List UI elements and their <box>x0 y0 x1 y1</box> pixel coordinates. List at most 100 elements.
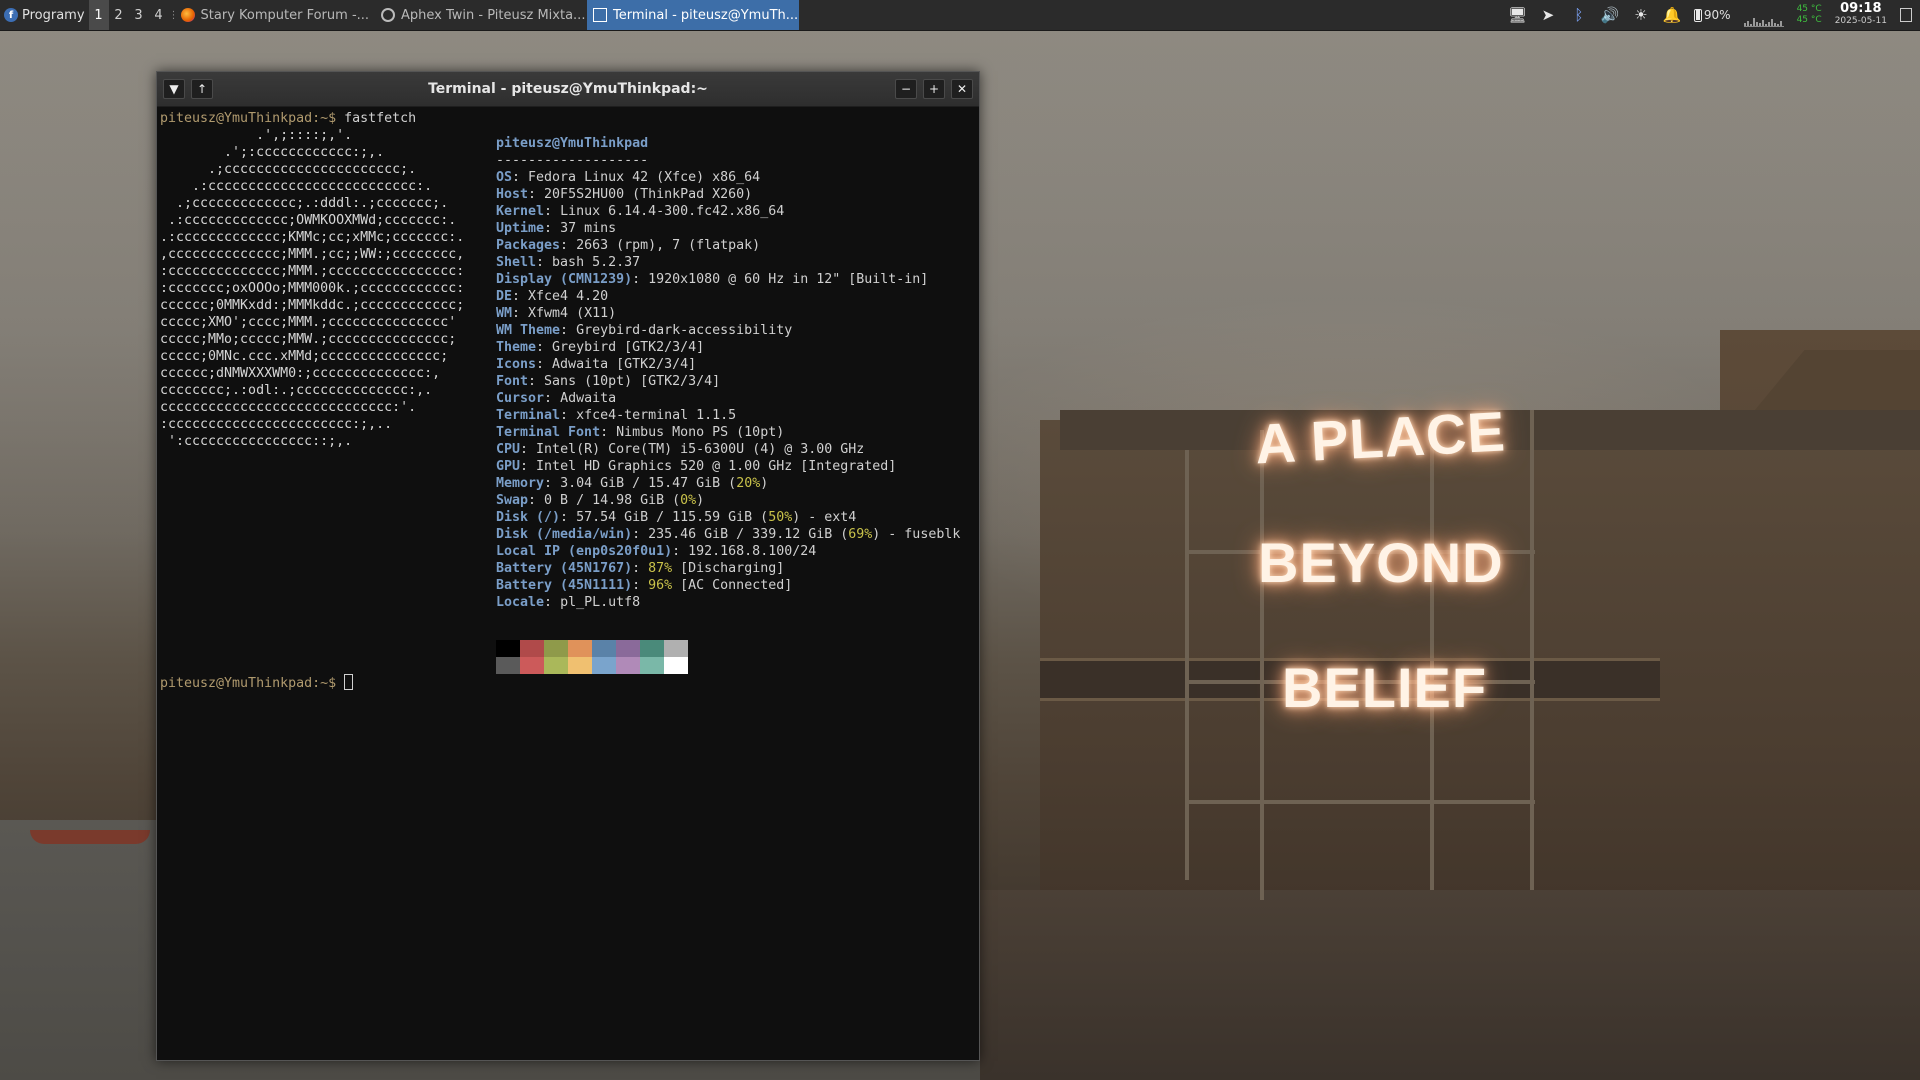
info-percent: 96% <box>648 578 673 593</box>
command-line: piteusz@YmuThinkpad:~$ <box>160 674 354 691</box>
info-line: Memory: 3.04 GiB / 15.47 GiB (20%) <box>496 476 769 491</box>
info-value: 2663 (rpm), 7 (flatpak) <box>576 238 761 253</box>
workspace-4[interactable]: 4 <box>149 0 169 30</box>
info-line: WM: Xfwm4 (X11) <box>496 306 617 321</box>
terminal-output[interactable]: piteusz@YmuThinkpad:~$ fastfetch .',;:::… <box>157 107 979 1053</box>
shade-button[interactable]: ↑ <box>191 79 213 99</box>
arrow-up-icon: ↑ <box>196 82 208 96</box>
window-titlebar[interactable]: ▼ ↑ Terminal - piteusz@YmuThinkpad:~ − +… <box>157 72 979 107</box>
info-key: Host <box>496 187 529 202</box>
brightness-icon[interactable]: ☀ <box>1632 6 1650 24</box>
palette-swatch <box>568 640 592 657</box>
info-line: Display (CMN1239): 1920x1080 @ 60 Hz in … <box>496 272 929 287</box>
telegram-icon[interactable]: ➤ <box>1539 6 1557 24</box>
info-value: 20F5S2HU00 (ThinkPad X260) <box>544 187 753 202</box>
applications-menu-button[interactable]: f Programy <box>0 0 89 30</box>
palette-swatch <box>496 640 520 657</box>
logo-line: .:ccccccccccccc;OWMKOOXMWd;ccccccc:. <box>160 213 457 228</box>
show-desktop-button[interactable] <box>1900 8 1912 22</box>
close-button[interactable]: ✕ <box>951 79 973 99</box>
info-value: Intel HD Graphics 520 @ 1.00 GHz [Integr… <box>536 459 897 474</box>
window-menu-button[interactable]: ▼ <box>163 79 185 99</box>
info-key: WM <box>496 306 513 321</box>
info-value: pl_PL.utf8 <box>560 595 641 610</box>
battery-percent: 90% <box>1703 8 1731 22</box>
maximize-button[interactable]: + <box>923 79 945 99</box>
info-key: Battery (45N1767) <box>496 561 633 576</box>
command-text: fastfetch <box>336 111 417 126</box>
bluetooth-icon[interactable]: ᛒ <box>1570 6 1588 24</box>
fedora-ascii-logo: .',;::::;,'. .';:cccccccccccc:;,. .;cccc… <box>160 127 464 450</box>
info-value: 1920x1080 @ 60 Hz in 12" [Built-in] <box>648 272 929 287</box>
info-key: WM Theme <box>496 323 561 338</box>
terminal-icon <box>593 8 608 22</box>
taskbar-item-terminal[interactable]: Terminal - piteusz@YmuTh... <box>587 0 800 30</box>
info-line: Local IP (enp0s20f0u1): 192.168.8.100/24 <box>496 544 817 559</box>
info-percent: 0% <box>680 493 697 508</box>
temperature-sensors[interactable]: 45 °C 45 °C <box>1797 4 1822 26</box>
shell-prompt: piteusz@YmuThinkpad:~$ <box>160 676 337 691</box>
workspace-2[interactable]: 2 <box>109 0 129 30</box>
info-tail: ) <box>760 476 769 491</box>
palette-swatch <box>544 657 568 674</box>
info-key: CPU <box>496 442 521 457</box>
display-icon[interactable]: 🖥 <box>1508 6 1527 24</box>
quay <box>980 890 1920 1080</box>
info-key: Packages <box>496 238 561 253</box>
info-value: Nimbus Mono PS (10pt) <box>616 425 785 440</box>
info-line: Icons: Adwaita [GTK2/3/4] <box>496 357 697 372</box>
minimize-icon: − <box>900 82 912 96</box>
info-line: Disk (/): 57.54 GiB / 115.59 GiB (50%) -… <box>496 510 857 525</box>
neon-sign-line-1: A PLACE <box>1253 399 1508 476</box>
info-key: Disk (/media/win) <box>496 527 633 542</box>
taskbar-item-firefox[interactable]: Stary Komputer Forum -... <box>175 0 375 30</box>
info-key: Uptime <box>496 221 545 236</box>
minimize-button[interactable]: − <box>895 79 917 99</box>
info-key: Battery (45N1111) <box>496 578 633 593</box>
volume-icon[interactable]: 🔊 <box>1601 6 1620 24</box>
clock[interactable]: 09:18 2025-05-11 <box>1835 2 1887 27</box>
palette-row-bright <box>496 657 688 674</box>
battery-icon <box>1693 8 1702 22</box>
logo-line: ccccc;XMO';cccc;MMM.;ccccccccccccccc' <box>160 315 457 330</box>
terminal-window[interactable]: ▼ ↑ Terminal - piteusz@YmuThinkpad:~ − +… <box>156 71 980 1061</box>
notification-bell-icon[interactable]: 🔔 <box>1663 6 1682 24</box>
info-value: Adwaita <box>560 391 617 406</box>
info-key: Display (CMN1239) <box>496 272 633 287</box>
workspace-3[interactable]: 3 <box>129 0 149 30</box>
palette-swatch <box>520 640 544 657</box>
battery-indicator[interactable]: 90% <box>1693 8 1731 22</box>
top-panel: f Programy 1 2 3 4 ⋮ Stary Komputer Foru… <box>0 0 1920 31</box>
cpu-load-graph[interactable] <box>1743 4 1784 27</box>
scaffold-pole <box>1185 450 1189 880</box>
info-line: Kernel: Linux 6.14.4-300.fc42.x86_64 <box>496 204 785 219</box>
info-key: Terminal <box>496 408 561 423</box>
workspace-1[interactable]: 1 <box>88 0 109 30</box>
palette-swatch <box>520 657 544 674</box>
info-key: Theme <box>496 340 537 355</box>
info-line: Locale: pl_PL.utf8 <box>496 595 641 610</box>
system-tray: 🖥 ➤ ᛒ 🔊 ☀ 🔔 90% 45 °C 45 °C 09:18 2025-0… <box>1508 0 1920 30</box>
info-value: 192.168.8.100/24 <box>688 544 817 559</box>
logo-line: ccccc;MMo;ccccc;MMW.;ccccccccccccccc; <box>160 332 457 347</box>
info-key: Terminal Font <box>496 425 601 440</box>
info-line: Shell: bash 5.2.37 <box>496 255 641 270</box>
taskbar-item-media-player[interactable]: Aphex Twin - Piteusz Mixta... <box>375 0 587 30</box>
info-tail: ) <box>696 493 705 508</box>
info-line: Theme: Greybird [GTK2/3/4] <box>496 340 705 355</box>
info-tail: [Discharging] <box>672 561 785 576</box>
info-line: Swap: 0 B / 14.98 GiB (0%) <box>496 493 705 508</box>
info-line: Cursor: Adwaita <box>496 391 617 406</box>
palette-swatch <box>496 657 520 674</box>
palette-swatch <box>664 640 688 657</box>
battery-fill <box>1695 9 1700 20</box>
logo-line: :ccccccc;oxOOOo;MMM000k.;cccccccccccc: <box>160 281 465 296</box>
logo-line: cccccc;0MMKxdd:;MMMkddc.;cccccccccccc; <box>160 298 465 313</box>
info-percent: 87% <box>648 561 673 576</box>
info-line: Terminal: xfce4-terminal 1.1.5 <box>496 408 737 423</box>
info-value: Adwaita [GTK2/3/4] <box>552 357 697 372</box>
info-line: Packages: 2663 (rpm), 7 (flatpak) <box>496 238 761 253</box>
info-key: Shell <box>496 255 537 270</box>
logo-line: ccccccccccccccccccccccccccccc:'. <box>160 400 417 415</box>
info-value: Sans (10pt) [GTK2/3/4] <box>544 374 721 389</box>
